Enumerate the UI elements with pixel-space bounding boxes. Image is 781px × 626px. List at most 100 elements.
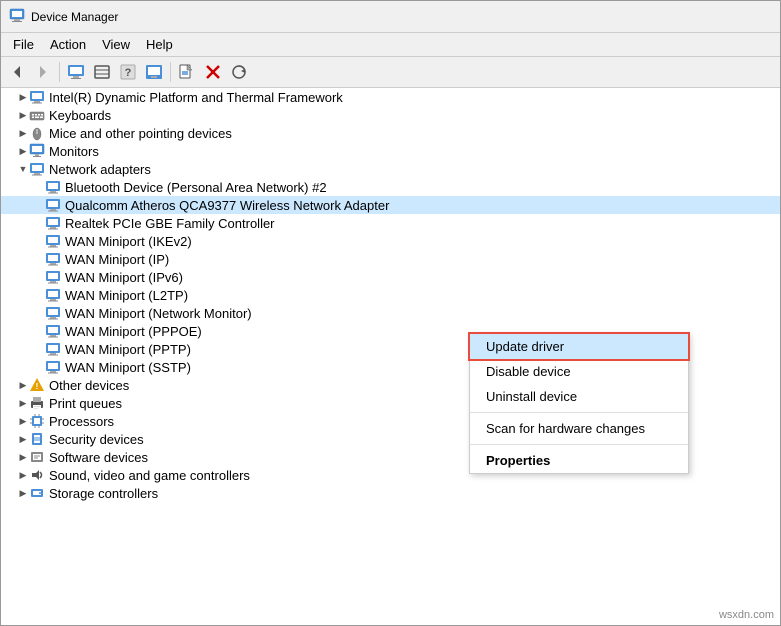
tree-item-network-adapters[interactable]: ▼ Network adapters (1, 160, 780, 178)
tree-item-icon (45, 305, 61, 321)
toolbar-back[interactable] (5, 60, 29, 84)
tree-item-wan-ikev2[interactable]: WAN Miniport (IKEv2) (1, 232, 780, 250)
title-bar-title: Device Manager (31, 10, 118, 24)
context-menu-item-disable-device[interactable]: Disable device (470, 359, 688, 384)
context-menu: Update driverDisable deviceUninstall dev… (469, 333, 689, 474)
toolbar-computer[interactable] (64, 60, 88, 84)
tree-item-label: Software devices (49, 450, 148, 465)
context-menu-item-update-driver[interactable]: Update driver (470, 334, 688, 359)
tree-item-icon (45, 215, 61, 231)
tree-item-icon (45, 341, 61, 357)
tree-item-icon (45, 179, 61, 195)
tree-expander[interactable]: ▶ (17, 143, 29, 159)
tree-item-icon (45, 287, 61, 303)
tree-item-icon (29, 143, 45, 159)
tree-item-monitors[interactable]: ▶ Monitors (1, 142, 780, 160)
menu-help[interactable]: Help (138, 35, 181, 54)
tree-expander[interactable] (33, 269, 45, 285)
tree-expander[interactable] (33, 305, 45, 321)
tree-item-icon (29, 431, 45, 447)
toolbar-list[interactable] (90, 60, 114, 84)
tree-content[interactable]: ▶ Intel(R) Dynamic Platform and Thermal … (1, 88, 780, 625)
tree-expander[interactable] (33, 233, 45, 249)
tree-expander[interactable]: ▶ (17, 485, 29, 501)
tree-item-wan-netmon[interactable]: WAN Miniport (Network Monitor) (1, 304, 780, 322)
tree-item-label: WAN Miniport (IPv6) (65, 270, 183, 285)
tree-expander[interactable]: ▶ (17, 107, 29, 123)
tree-expander[interactable]: ▶ (17, 467, 29, 483)
title-bar: Device Manager (1, 1, 780, 33)
tree-item-label: Network adapters (49, 162, 151, 177)
tree-item-keyboards[interactable]: ▶ Keyboards (1, 106, 780, 124)
tree-expander[interactable] (33, 197, 45, 213)
tree-item-icon (29, 161, 45, 177)
tree-item-label: WAN Miniport (IP) (65, 252, 169, 267)
tree-item-label: Intel(R) Dynamic Platform and Thermal Fr… (49, 90, 343, 105)
title-bar-icon (9, 7, 25, 26)
tree-item-icon: ! (29, 377, 45, 393)
tree-item-realtek[interactable]: Realtek PCIe GBE Family Controller (1, 214, 780, 232)
toolbar-delete[interactable] (201, 60, 225, 84)
menu-action[interactable]: Action (42, 35, 94, 54)
tree-item-label: WAN Miniport (PPTP) (65, 342, 191, 357)
toolbar-new[interactable] (175, 60, 199, 84)
context-menu-item-scan-hardware[interactable]: Scan for hardware changes (470, 416, 688, 441)
tree-expander[interactable] (33, 251, 45, 267)
tree-item-storage[interactable]: ▶ Storage controllers (1, 484, 780, 502)
tree-item-label: Print queues (49, 396, 122, 411)
tree-item-bluetooth[interactable]: Bluetooth Device (Personal Area Network)… (1, 178, 780, 196)
tree-item-label: Realtek PCIe GBE Family Controller (65, 216, 275, 231)
tree-item-icon (45, 197, 61, 213)
tree-expander[interactable] (33, 323, 45, 339)
tree-item-label: Keyboards (49, 108, 111, 123)
menu-view[interactable]: View (94, 35, 138, 54)
svg-text:?: ? (125, 67, 132, 79)
toolbar: ? (1, 57, 780, 88)
toolbar-forward[interactable] (31, 60, 55, 84)
tree-expander[interactable]: ▶ (17, 377, 29, 393)
context-menu-item-properties[interactable]: Properties (470, 448, 688, 473)
toolbar-refresh[interactable] (227, 60, 251, 84)
tree-item-wan-ipv6[interactable]: WAN Miniport (IPv6) (1, 268, 780, 286)
tree-expander[interactable] (33, 359, 45, 375)
tree-item-icon (29, 449, 45, 465)
tree-expander[interactable]: ▶ (17, 431, 29, 447)
tree-item-label: Processors (49, 414, 114, 429)
tree-expander[interactable] (33, 215, 45, 231)
tree-expander[interactable]: ▶ (17, 449, 29, 465)
tree-item-label: WAN Miniport (L2TP) (65, 288, 188, 303)
tree-item-label: Security devices (49, 432, 144, 447)
tree-expander[interactable] (33, 287, 45, 303)
tree-expander[interactable]: ▶ (17, 89, 29, 105)
tree-item-wan-ip[interactable]: WAN Miniport (IP) (1, 250, 780, 268)
tree-expander[interactable] (33, 179, 45, 195)
tree-item-icon (45, 359, 61, 375)
tree-item-icon (29, 107, 45, 123)
tree-item-label: Mice and other pointing devices (49, 126, 232, 141)
tree-expander[interactable] (33, 341, 45, 357)
tree-item-icon (45, 251, 61, 267)
tree-item-label: WAN Miniport (PPPOE) (65, 324, 202, 339)
menu-file[interactable]: File (5, 35, 42, 54)
svg-text:!: ! (36, 382, 39, 391)
tree-item-icon (45, 269, 61, 285)
context-menu-item-uninstall-device[interactable]: Uninstall device (470, 384, 688, 409)
toolbar-list2[interactable] (142, 60, 166, 84)
watermark: wsxdn.com (719, 609, 774, 621)
tree-expander[interactable]: ▶ (17, 413, 29, 429)
tree-expander[interactable]: ▶ (17, 395, 29, 411)
context-menu-separator (470, 444, 688, 445)
tree-item-intel-platform[interactable]: ▶ Intel(R) Dynamic Platform and Thermal … (1, 88, 780, 106)
tree-item-icon (29, 413, 45, 429)
tree-item-label: WAN Miniport (Network Monitor) (65, 306, 252, 321)
tree-item-wan-l2tp[interactable]: WAN Miniport (L2TP) (1, 286, 780, 304)
tree-item-qualcomm[interactable]: Qualcomm Atheros QCA9377 Wireless Networ… (1, 196, 780, 214)
tree-item-icon (29, 467, 45, 483)
tree-item-icon (29, 125, 45, 141)
tree-expander[interactable]: ▼ (17, 161, 29, 177)
tree-expander[interactable]: ▶ (17, 125, 29, 141)
toolbar-help[interactable]: ? (116, 60, 140, 84)
tree-item-mice[interactable]: ▶ Mice and other pointing devices (1, 124, 780, 142)
device-manager-window: Device Manager File Action View Help (0, 0, 781, 626)
tree-item-label: Storage controllers (49, 486, 158, 501)
